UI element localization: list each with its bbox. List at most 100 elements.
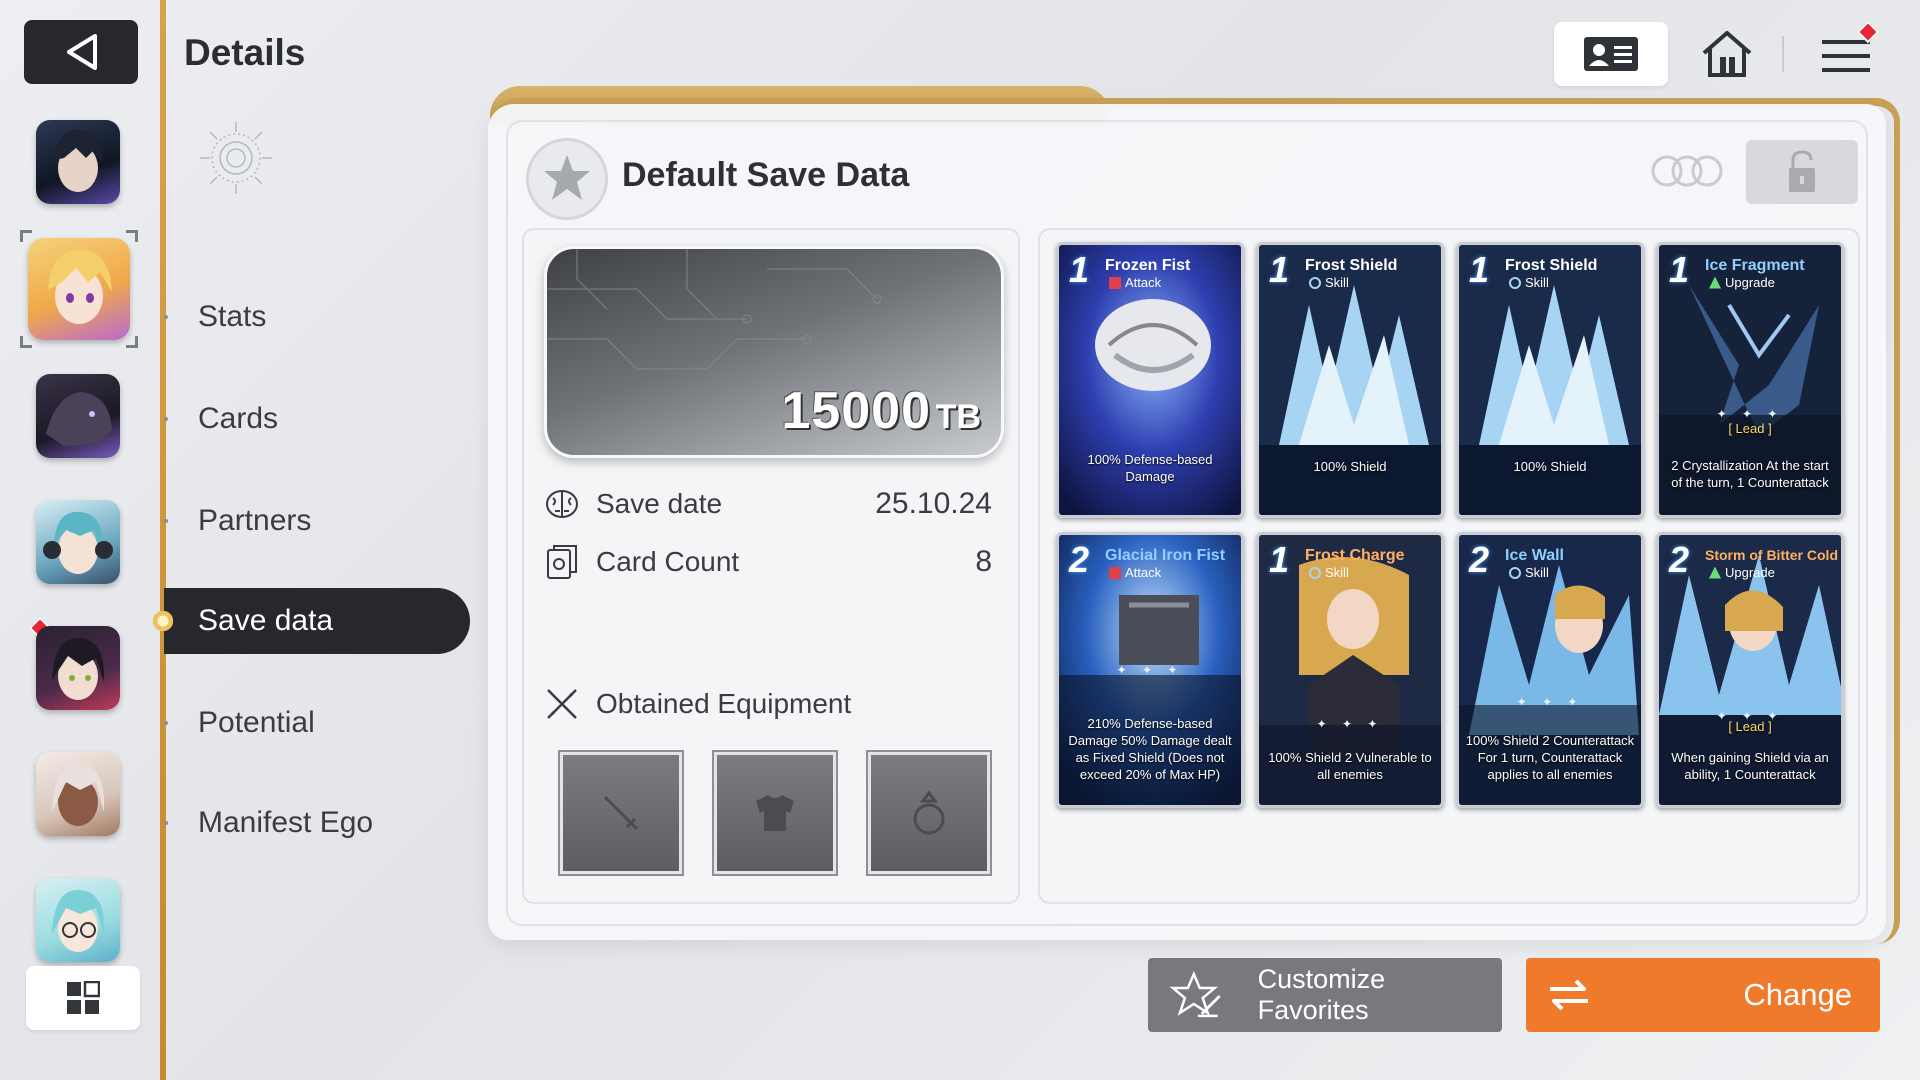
card-cost: 2 (1069, 539, 1090, 580)
nav-bullet (164, 417, 168, 421)
change-label: Change (1743, 977, 1852, 1012)
nav-bullet (164, 519, 168, 523)
nav-label: Partners (198, 504, 312, 537)
equipment-label: Obtained Equipment (596, 688, 852, 719)
customize-favorites-button[interactable]: Customize Favorites (1148, 958, 1502, 1032)
nav-item-partners[interactable]: Partners (164, 488, 470, 554)
character-portrait-7[interactable] (36, 878, 120, 962)
card-storm-of-bitter-cold[interactable]: 2 Storm of Bitter Cold Upgrade ✦ ✦ ✦ [ L… (1656, 532, 1844, 808)
character-portrait-4[interactable] (36, 500, 120, 584)
equipment-slot-weapon[interactable] (560, 752, 682, 874)
card-name: Frost Shield (1505, 257, 1598, 274)
nav-label: Save data (198, 604, 334, 637)
nav-item-manifest-ego[interactable]: Manifest Ego (164, 790, 470, 856)
upgrade-type-icon (1709, 276, 1721, 289)
card-frozen-fist[interactable]: 1 Frozen Fist Attack 100% Defense-based … (1056, 242, 1244, 518)
card-name: Glacial Iron Fist (1105, 547, 1226, 564)
swap-arrows-icon (1550, 979, 1588, 1011)
save-date-label: Save date (596, 488, 723, 519)
card-type-label: Skill (1525, 565, 1549, 580)
card-type: Attack (1109, 565, 1161, 580)
card-frost-charge[interactable]: 1 Frost Charge Skill ✦ ✦ ✦ 100% Shield 2… (1256, 532, 1444, 808)
card-name: Frost Shield (1305, 257, 1398, 274)
nav-item-potential[interactable]: Potential (164, 690, 470, 756)
card-name: Frozen Fist (1105, 257, 1191, 274)
character-portrait-5[interactable] (36, 626, 120, 710)
save-date-value: 25.10.24 (875, 487, 992, 520)
card-type: Skill (1509, 565, 1549, 580)
card-lead-tag: [ Lead ] (1728, 719, 1772, 734)
card-type: Upgrade (1709, 565, 1775, 580)
card-lead-tag: [ Lead ] (1728, 421, 1772, 436)
id-card-icon (1584, 37, 1638, 71)
card-frost-shield[interactable]: 1 Frost Shield Skill 100% Shield (1456, 242, 1644, 518)
card-ice-fragment[interactable]: 1 Ice Fragment Upgrade ✦ ✦ ✦ [ Lead ] 2 … (1656, 242, 1844, 518)
save-data-title: Default Save Data (622, 156, 910, 194)
card-icon (544, 544, 580, 580)
card-sparkle-divider: ✦ ✦ ✦ (1716, 407, 1784, 421)
nav-label: Manifest Ego (198, 806, 374, 839)
card-name: Ice Fragment (1705, 257, 1805, 274)
card-type: Skill (1309, 565, 1349, 580)
save-date-row: Save date 25.10.24 (544, 484, 992, 524)
lock-icon (1789, 150, 1815, 192)
card-glacial-iron-fist[interactable]: 2 Glacial Iron Fist Attack ✦ ✦ ✦ 210% De… (1056, 532, 1244, 808)
tb-unit: TB (935, 398, 981, 436)
equipment-slot-ring[interactable] (868, 752, 990, 874)
nav-label: Stats (198, 300, 267, 333)
profile-card-button[interactable] (1554, 22, 1668, 86)
nav-bullet (164, 721, 168, 725)
equipment-heading: Obtained Equipment (544, 686, 851, 722)
sun-emblem-icon (200, 122, 272, 194)
card-cost: 1 (1669, 249, 1690, 290)
character-portrait-2-selected[interactable] (28, 238, 130, 340)
star-edit-icon (1169, 970, 1221, 1018)
active-indicator-icon (150, 608, 176, 634)
card-type-label: Upgrade (1725, 565, 1775, 580)
card-ice-wall[interactable]: 2 Ice Wall Skill ✦ ✦ ✦ 100% Shield 2 Cou… (1456, 532, 1644, 808)
card-sparkle-divider: ✦ ✦ ✦ (1516, 695, 1584, 709)
customize-favorites-label: Customize Favorites (1257, 964, 1386, 1025)
card-name: Storm of Bitter Cold (1705, 547, 1838, 563)
sword-icon (603, 795, 639, 831)
character-portrait-6[interactable] (36, 752, 120, 836)
card-type: Skill (1509, 275, 1549, 290)
card-type-label: Attack (1125, 275, 1162, 290)
skill-type-icon (1309, 276, 1321, 289)
card-count-row: Card Count 8 (544, 542, 992, 582)
selection-corner (126, 230, 138, 242)
card-type-label: Skill (1325, 275, 1349, 290)
selection-corner (20, 336, 32, 348)
attack-type-icon (1109, 566, 1121, 579)
back-arrow-icon (67, 34, 97, 70)
card-type-label: Attack (1125, 565, 1162, 580)
nav-item-save-data[interactable]: Save data (150, 588, 470, 654)
selection-corner (20, 230, 32, 242)
character-portrait-1[interactable] (36, 120, 120, 204)
nav-bullet (164, 315, 168, 319)
page-title: Details (184, 32, 306, 73)
back-button[interactable] (24, 20, 138, 84)
attack-type-icon (1109, 276, 1121, 289)
card-cost: 2 (1669, 539, 1690, 580)
card-type-label: Skill (1325, 565, 1349, 580)
card-description: 100% Defense-based Damage (1087, 452, 1213, 484)
card-description: 100% Shield 2 Vulnerable to all enemies (1268, 750, 1432, 782)
selection-corner (126, 336, 138, 348)
card-count-label: Card Count (596, 546, 740, 577)
change-button[interactable]: Change (1526, 958, 1880, 1032)
home-icon (1702, 31, 1752, 77)
skill-type-icon (1509, 276, 1521, 289)
card-type: Upgrade (1709, 275, 1775, 290)
card-frost-shield[interactable]: 1 Frost Shield Skill 100% Shield (1256, 242, 1444, 518)
card-type-label: Upgrade (1725, 275, 1775, 290)
star-icon (544, 155, 590, 200)
card-name: Frost Charge (1305, 547, 1405, 564)
character-portrait-3[interactable] (36, 374, 120, 458)
nav-item-cards[interactable]: Cards (164, 386, 470, 452)
equipment-slot-armor[interactable] (714, 752, 836, 874)
home-button[interactable] (1692, 22, 1762, 86)
nav-item-stats[interactable]: Stats (164, 284, 470, 350)
character-grid-button[interactable] (26, 966, 140, 1030)
lock-button[interactable] (1746, 140, 1858, 204)
